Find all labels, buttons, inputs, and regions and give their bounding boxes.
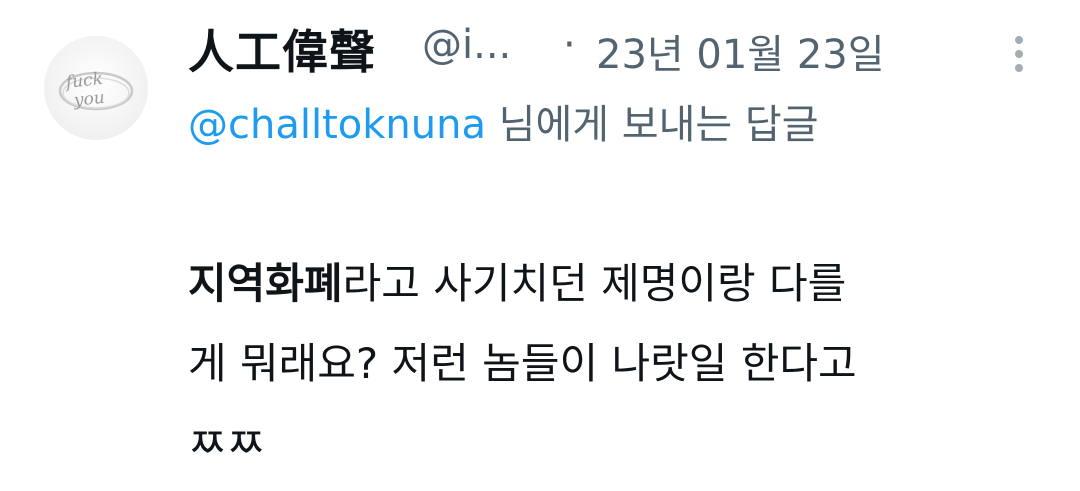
tweet: fuck you 人工偉聲 @i... · 23년 01월 23일 @chall… — [0, 0, 1080, 491]
display-name[interactable]: 人工偉聲 — [188, 16, 376, 82]
avatar-text-2: you — [72, 88, 106, 111]
reply-suffix: 님에게 보내는 답글 — [485, 102, 819, 148]
tweet-text-line-1-rest: 라고 사기치던 제명이랑 다를 — [342, 259, 847, 308]
tweet-text: 지역화폐라고 사기치던 제명이랑 다를 게 뭐래요? 저런 놈들이 나랏일 한다… — [188, 244, 1058, 484]
ring-image: fuck you — [58, 69, 134, 111]
more-vertical-icon[interactable] — [1004, 28, 1034, 80]
separator-dot: · — [563, 22, 576, 68]
tweet-text-line-1: 지역화폐라고 사기치던 제명이랑 다를 — [188, 244, 1058, 324]
user-handle[interactable]: @i... — [422, 22, 511, 68]
tweet-text-bold: 지역화폐 — [188, 259, 343, 308]
tweet-text-line-3: ㅉㅉ — [188, 419, 266, 468]
reply-context: @challtoknuna 님에게 보내는 답글 — [188, 90, 1048, 160]
avatar[interactable]: fuck you — [44, 36, 148, 140]
tweet-text-line-2: 게 뭐래요? 저런 놈들이 나랏일 한다고 — [188, 339, 857, 388]
timestamp[interactable]: 23년 01월 23일 — [596, 22, 885, 80]
reply-mention-link[interactable]: @challtoknuna — [188, 102, 486, 148]
tweet-header: 人工偉聲 @i... · 23년 01월 23일 — [188, 14, 1048, 86]
